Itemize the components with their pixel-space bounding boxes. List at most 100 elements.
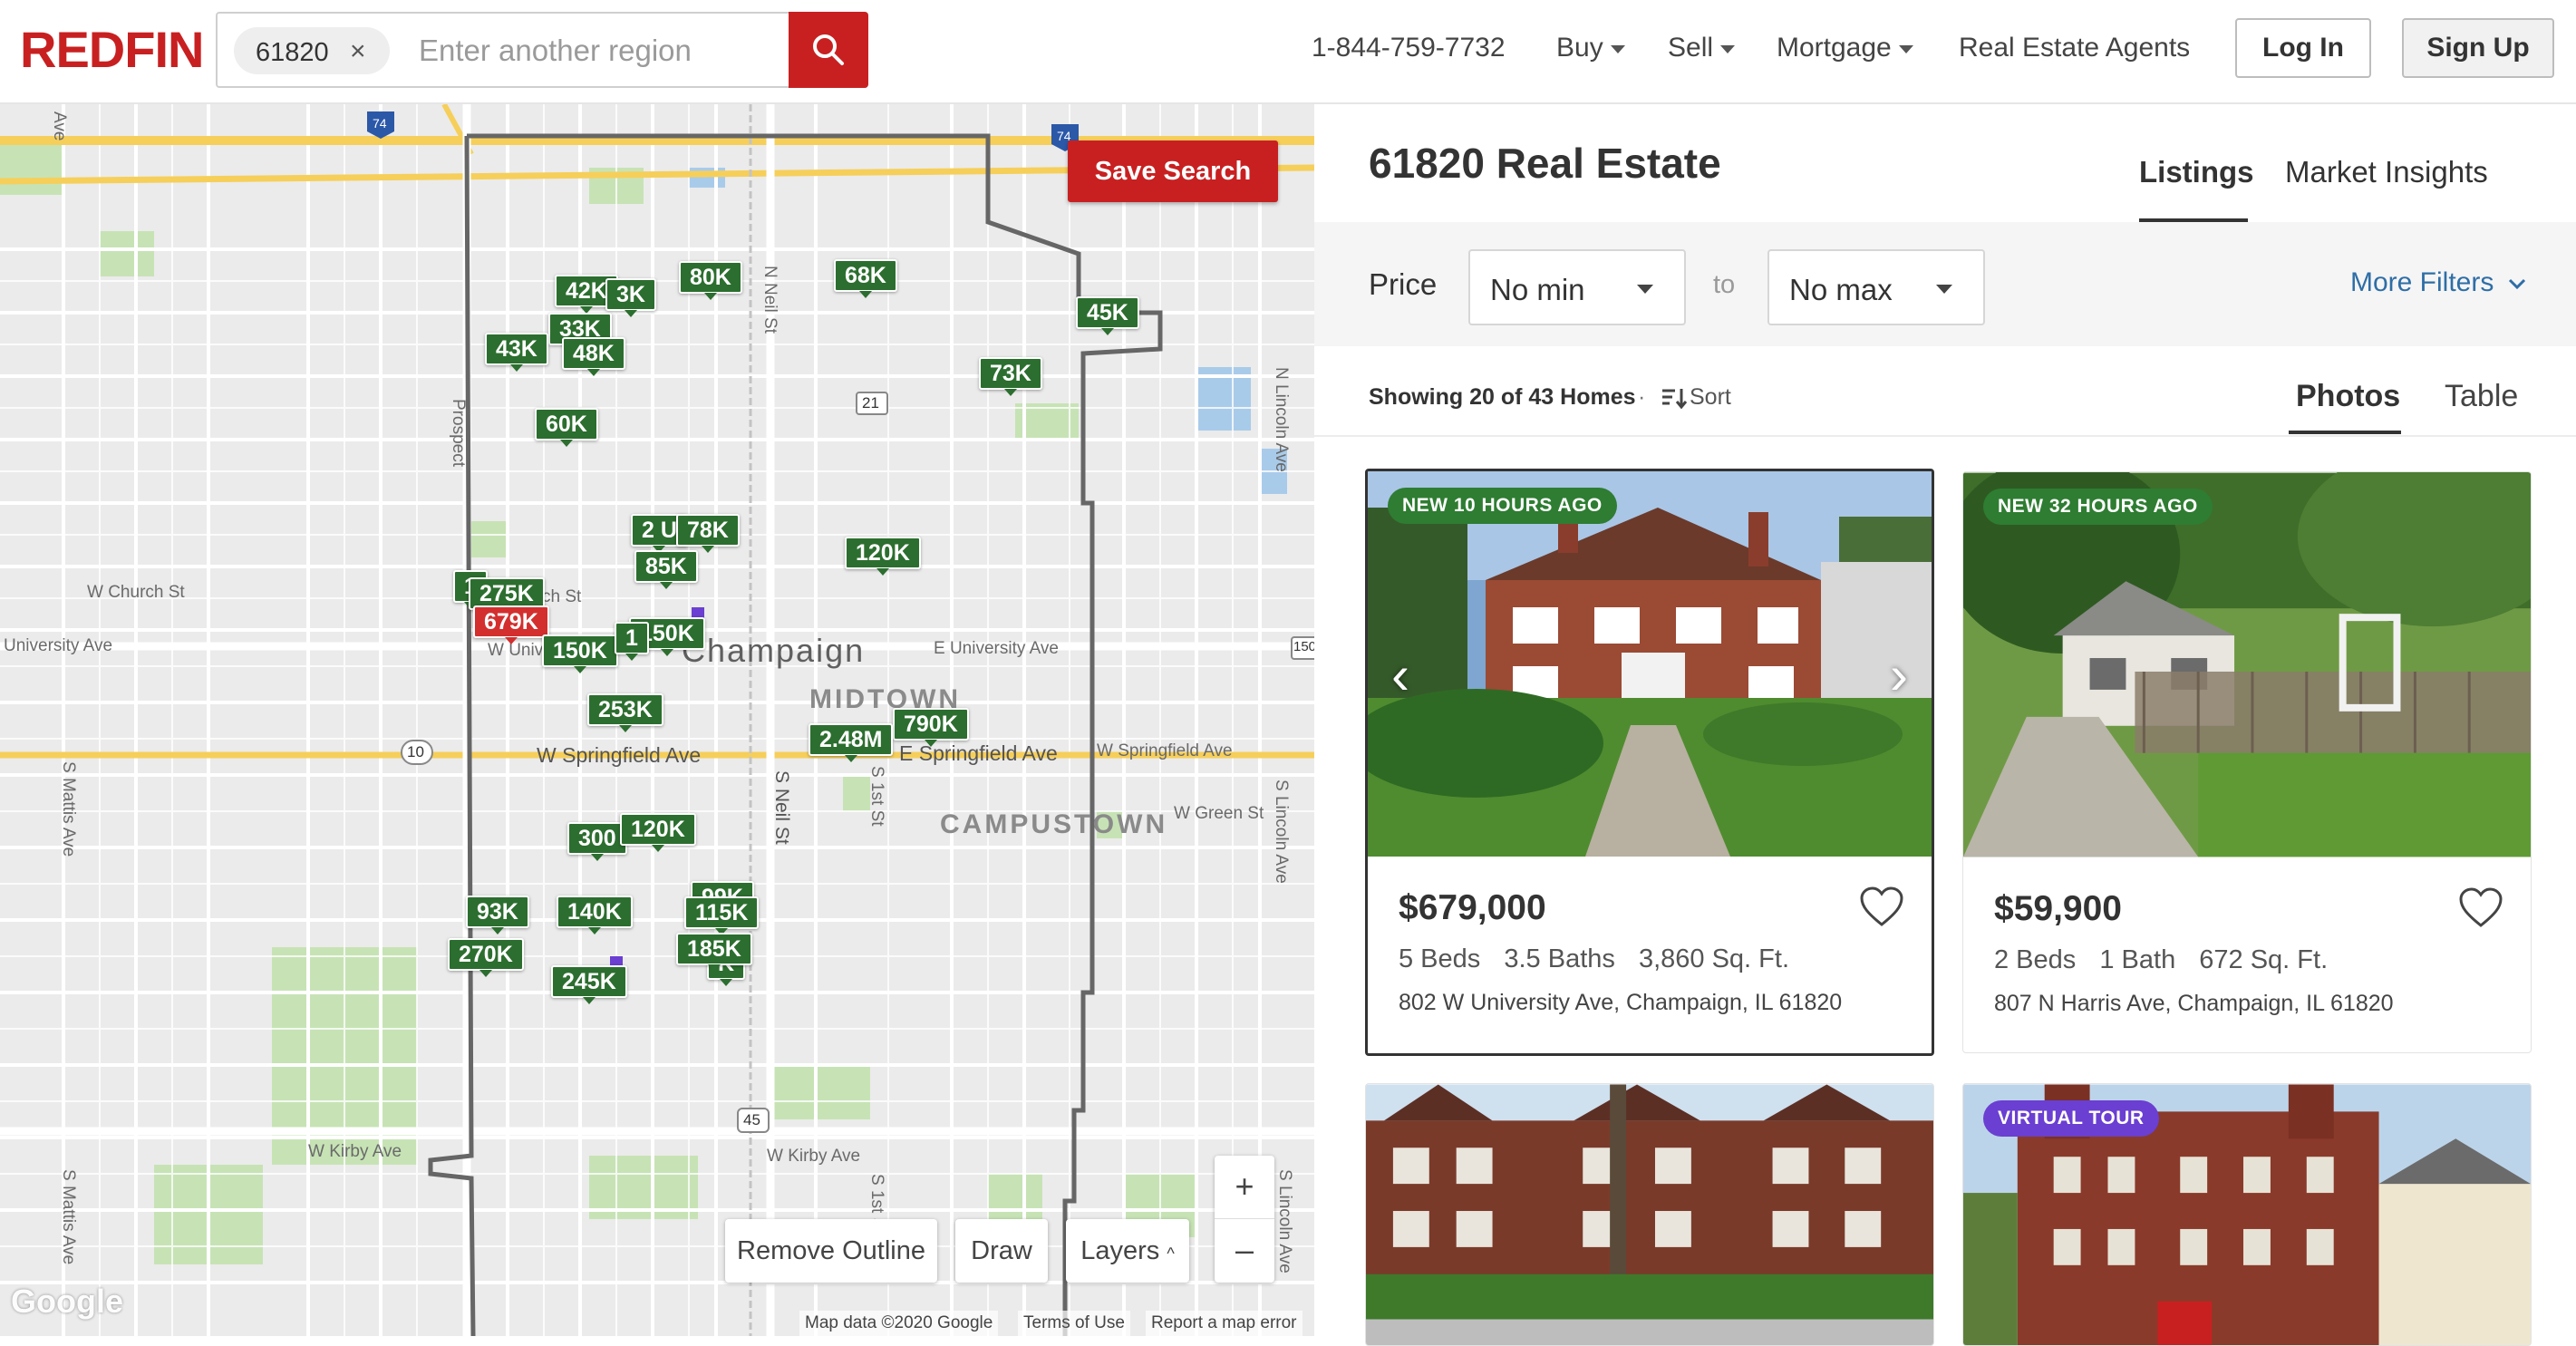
- layers-label: Layers: [1080, 1236, 1160, 1265]
- street-label-kirby-e: W Kirby Ave: [767, 1147, 861, 1166]
- price-pin[interactable]: 120K: [845, 537, 921, 576]
- price-min-select[interactable]: No min: [1468, 249, 1686, 325]
- filter-bar: Price No min to No max More Filters: [1314, 222, 2576, 346]
- sort-button[interactable]: Sort: [1661, 384, 1731, 411]
- view-photos[interactable]: Photos: [2296, 379, 2400, 414]
- price-pin[interactable]: 150K: [542, 634, 618, 673]
- zoom-in-button[interactable]: +: [1215, 1156, 1274, 1219]
- selected-price-pin[interactable]: 679K: [473, 605, 549, 644]
- virtual-tour-badge: VIRTUAL TOUR: [1983, 1100, 2159, 1137]
- login-button[interactable]: Log In: [2235, 18, 2371, 78]
- nav-real-estate-agents[interactable]: Real Estate Agents: [1959, 33, 2190, 63]
- listing-photo[interactable]: [1963, 472, 2531, 857]
- listing-stats: 2 Beds 1 Bath 672 Sq. Ft.: [1994, 945, 2344, 975]
- sort-label: Sort: [1690, 384, 1731, 410]
- price-pin[interactable]: 78K: [676, 514, 740, 553]
- results-toolbar: Showing 20 of 43 Homes · Sort Photos Tab…: [1314, 346, 2576, 437]
- region-search[interactable]: 61820 ×: [216, 12, 868, 88]
- price-filter-label: Price: [1369, 267, 1438, 301]
- next-photo-icon[interactable]: ›: [1890, 644, 1908, 706]
- price-pin[interactable]: 60K: [535, 408, 598, 447]
- listing-address[interactable]: 807 N Harris Ave, Champaign, IL 61820: [1994, 991, 2394, 1017]
- price-pin[interactable]: 185K: [676, 933, 752, 972]
- page-title: 61820 Real Estate: [1369, 140, 1721, 187]
- price-pin[interactable]: 1: [615, 622, 649, 661]
- remove-outline-button[interactable]: Remove Outline: [725, 1219, 937, 1283]
- region-search-input[interactable]: [419, 28, 781, 73]
- favorite-heart-icon[interactable]: [1859, 886, 1904, 928]
- listing-beds: 2 Beds: [1994, 945, 2077, 974]
- nav-sell-label: Sell: [1668, 33, 1714, 63]
- price-pin[interactable]: 80K: [679, 261, 742, 300]
- search-icon: [813, 34, 844, 65]
- street-label-university-w: University Ave: [4, 636, 113, 655]
- price-pin[interactable]: 3K: [605, 278, 656, 317]
- zoom-control: + –: [1215, 1156, 1274, 1283]
- terms-of-use-link[interactable]: Terms of Use: [1018, 1311, 1130, 1336]
- price-pin[interactable]: 253K: [587, 693, 663, 732]
- listing-price: $679,000: [1399, 888, 1546, 927]
- price-pin[interactable]: 48K: [562, 337, 625, 376]
- nav-mortgage[interactable]: Mortgage: [1777, 33, 1913, 63]
- listing-photo[interactable]: [1366, 1084, 1933, 1346]
- results-panel: 61820 Real Estate Listings Market Insigh…: [1314, 104, 2576, 1346]
- chevron-up-icon: ^: [1167, 1244, 1175, 1263]
- nav-mortgage-label: Mortgage: [1777, 33, 1892, 63]
- redfin-logo[interactable]: REDFIN: [20, 20, 204, 79]
- chevron-down-icon: [1898, 44, 1913, 53]
- price-pin[interactable]: 73K: [979, 357, 1042, 396]
- more-filters-button[interactable]: More Filters: [2350, 267, 2527, 298]
- price-pin[interactable]: 790K: [893, 708, 969, 747]
- price-pin[interactable]: 93K: [466, 896, 529, 934]
- price-pin[interactable]: 120K: [620, 813, 696, 852]
- listing-card[interactable]: NEW 10 HOURS AGO ‹ › $679,000 5 Beds 3.5…: [1365, 469, 1934, 1056]
- price-pin[interactable]: 140K: [557, 896, 633, 934]
- listing-photo[interactable]: [1368, 471, 1932, 857]
- tab-market-insights[interactable]: Market Insights: [2285, 155, 2488, 189]
- layers-button[interactable]: Layers ^: [1066, 1219, 1189, 1283]
- listing-badge: NEW 10 HOURS AGO: [1388, 488, 1617, 524]
- phone-number[interactable]: 1-844-759-7732: [1312, 33, 1506, 63]
- view-table[interactable]: Table: [2445, 379, 2518, 414]
- previous-photo-icon[interactable]: ‹: [1391, 644, 1409, 706]
- tab-listings[interactable]: Listings: [2139, 155, 2254, 189]
- draw-button[interactable]: Draw: [955, 1219, 1048, 1283]
- listing-card[interactable]: [1365, 1083, 1934, 1346]
- price-pin[interactable]: 43K: [485, 333, 548, 372]
- nav-buy[interactable]: Buy: [1556, 33, 1625, 63]
- price-pin[interactable]: 85K: [634, 550, 698, 589]
- route-label-10: 10: [407, 743, 424, 760]
- listing-price: $59,900: [1994, 889, 2122, 928]
- street-label-s-lincoln-2: S Lincoln Ave: [1275, 1169, 1294, 1273]
- street-label-mattis-1: S Mattis Ave: [59, 761, 78, 857]
- listing-address[interactable]: 802 W University Ave, Champaign, IL 6182…: [1399, 990, 1842, 1016]
- save-search-button[interactable]: Save Search: [1068, 140, 1278, 202]
- region-chip-label: 61820: [256, 38, 329, 67]
- nav-sell[interactable]: Sell: [1668, 33, 1736, 63]
- price-pin[interactable]: 270K: [448, 938, 524, 977]
- report-map-error-link[interactable]: Report a map error: [1146, 1311, 1303, 1336]
- price-pin[interactable]: 2.48M: [809, 723, 894, 762]
- price-pin[interactable]: 45K: [1076, 296, 1139, 335]
- listing-sqft: 672 Sq. Ft.: [2199, 945, 2329, 974]
- price-pin[interactable]: 115K: [684, 896, 760, 935]
- price-max-select[interactable]: No max: [1767, 249, 1985, 325]
- street-label-s-neil: S Neil St: [771, 770, 792, 845]
- price-pin[interactable]: 245K: [551, 965, 627, 1004]
- favorite-heart-icon[interactable]: [2458, 887, 2503, 929]
- price-pin[interactable]: 300: [567, 822, 627, 861]
- price-pin[interactable]: 68K: [834, 259, 897, 298]
- remove-region-icon[interactable]: ×: [350, 36, 366, 67]
- listing-card[interactable]: NEW 32 HOURS AGO $59,900 2 Beds 1 Bath 6…: [1962, 471, 2532, 1053]
- route-label-21: 21: [862, 394, 879, 412]
- zoom-out-button[interactable]: –: [1215, 1219, 1274, 1283]
- chevron-down-icon: [1610, 44, 1625, 53]
- region-chip[interactable]: 61820 ×: [234, 27, 390, 74]
- signup-button[interactable]: Sign Up: [2402, 18, 2554, 78]
- search-button[interactable]: [789, 12, 868, 88]
- separator-dot: ·: [1638, 384, 1646, 410]
- route-label-150: 150: [1293, 639, 1314, 654]
- listing-card[interactable]: VIRTUAL TOUR: [1962, 1083, 2532, 1346]
- map[interactable]: W Church St University Ave E University …: [0, 104, 1314, 1336]
- street-label-n-neil: N Neil St: [760, 266, 780, 334]
